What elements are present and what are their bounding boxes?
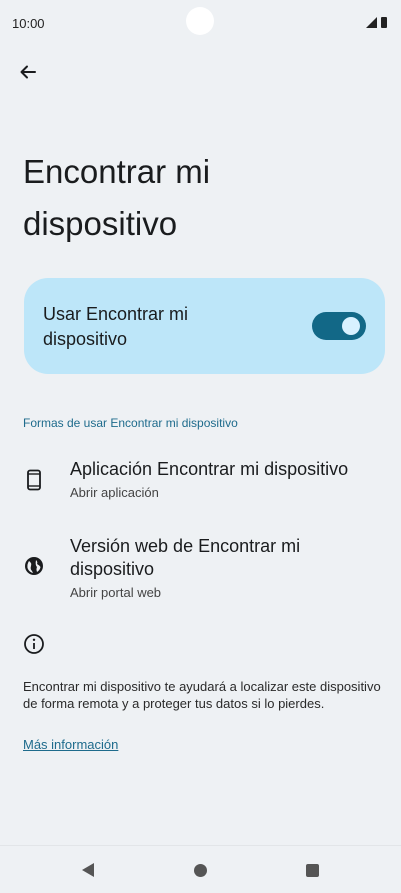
- arrow-back-icon: [20, 65, 36, 79]
- nav-home-icon[interactable]: [194, 864, 207, 877]
- status-time: 10:00: [12, 16, 45, 31]
- status-bar: 10:00: [0, 0, 401, 46]
- toggle-knob: [342, 317, 360, 335]
- signal-icon: [366, 17, 377, 28]
- battery-icon: [381, 17, 387, 28]
- list-item-subtitle: Abrir aplicación: [70, 485, 159, 500]
- system-icons: [366, 17, 387, 28]
- nav-back-icon[interactable]: [82, 863, 94, 877]
- back-button[interactable]: [14, 58, 42, 86]
- section-header: Formas de usar Encontrar mi dispositivo: [23, 416, 238, 430]
- globe-icon: [22, 554, 46, 578]
- list-item-app[interactable]: Aplicación Encontrar mi dispositivo Abri…: [0, 458, 401, 508]
- list-item-title: Aplicación Encontrar mi dispositivo: [70, 459, 349, 479]
- nav-recents-icon[interactable]: [306, 864, 319, 877]
- main-toggle-label: Usar Encontrar mi dispositivo: [43, 304, 189, 349]
- list-item-subtitle: Abrir portal web: [70, 585, 162, 600]
- main-toggle-card[interactable]: Usar Encontrar mi dispositivo: [24, 278, 385, 374]
- info-description: Encontrar mi dispositivo te ayudará a lo…: [23, 679, 381, 711]
- list-item-web[interactable]: Versión web de Encontrar mi dispositivo …: [0, 535, 401, 605]
- more-info-link[interactable]: Más información: [23, 737, 118, 752]
- navigation-bar: [0, 845, 401, 893]
- info-icon: [23, 633, 45, 655]
- camera-cutout: [186, 7, 214, 35]
- list-item-title: Versión web de Encontrar mi dispositivo: [70, 536, 301, 579]
- page-title: Encontrar mi dispositivo: [23, 153, 211, 242]
- phone-icon: [22, 468, 46, 492]
- main-toggle-switch[interactable]: [312, 312, 366, 340]
